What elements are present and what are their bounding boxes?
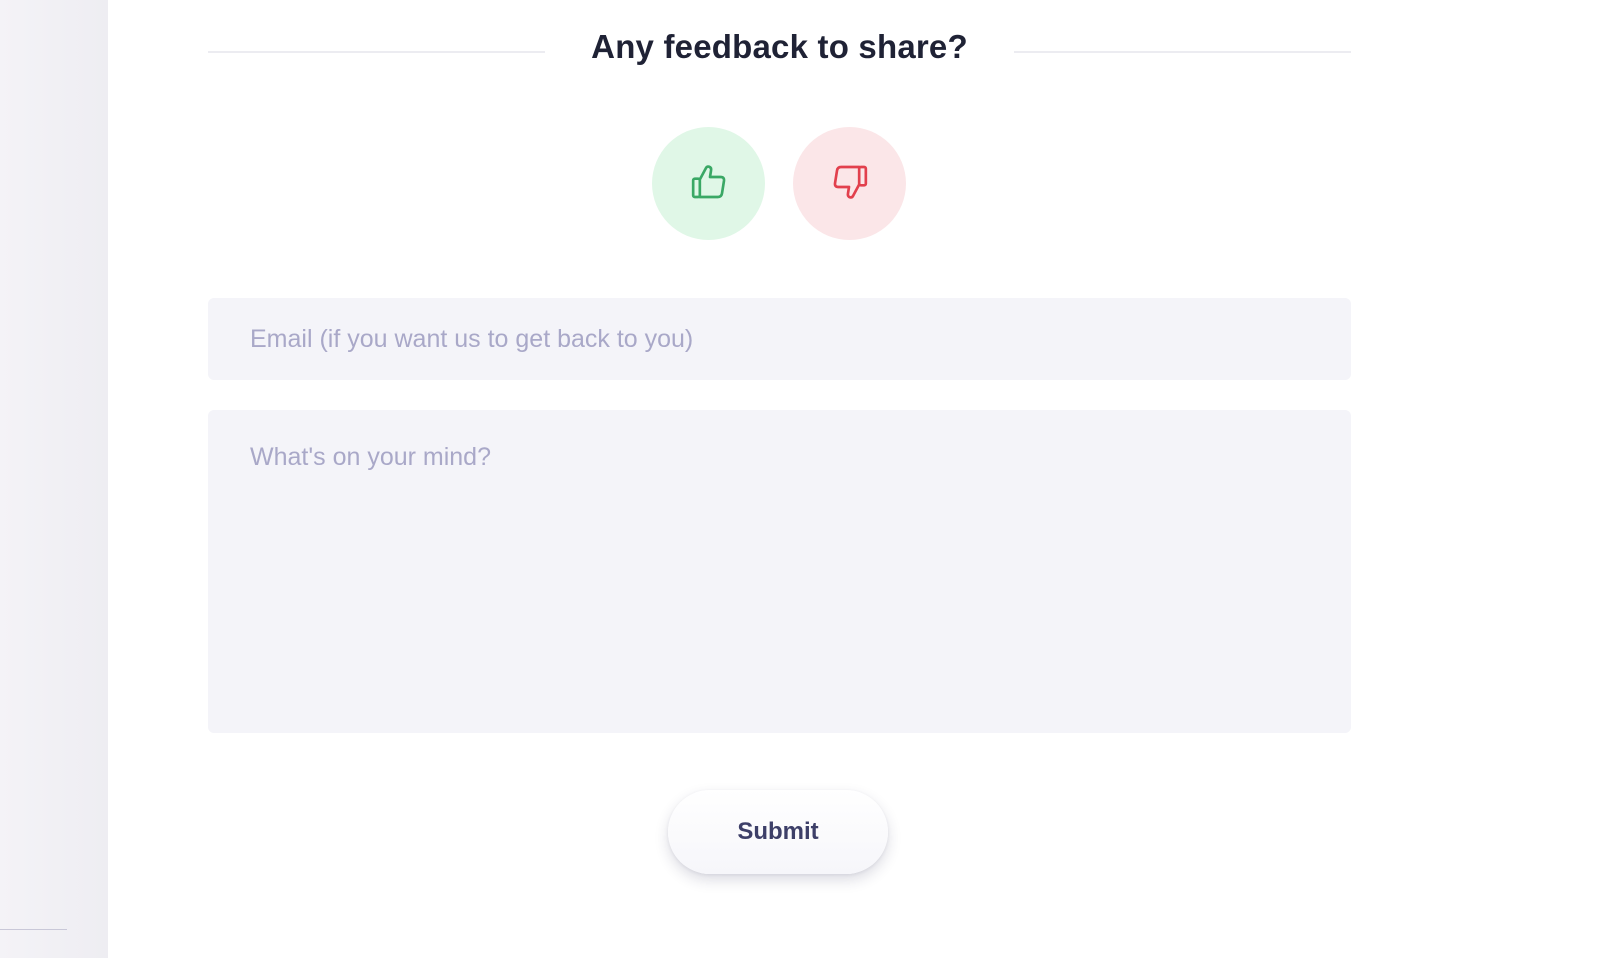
feedback-title: Any feedback to share?: [591, 28, 968, 65]
left-sidebar: [0, 0, 108, 958]
thumbs-down-button[interactable]: [793, 127, 906, 240]
sidebar-divider: [0, 929, 67, 930]
thumbs-up-icon: [689, 162, 729, 205]
feedback-header: Any feedback to share?: [208, 22, 1351, 78]
thumbs-down-icon: [830, 162, 870, 205]
message-textarea[interactable]: [208, 410, 1351, 733]
title-divider-right: [1014, 51, 1351, 53]
submit-button[interactable]: Submit: [668, 790, 888, 874]
title-divider-left: [208, 51, 545, 53]
thumbs-up-button[interactable]: [652, 127, 765, 240]
email-field[interactable]: [208, 298, 1351, 380]
